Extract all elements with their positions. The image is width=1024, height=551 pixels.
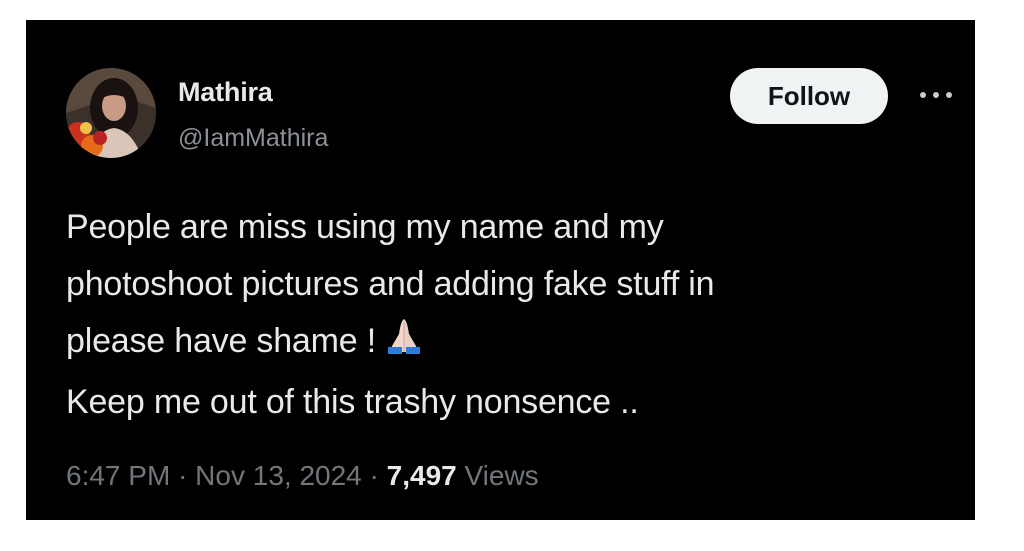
tweet-time[interactable]: 6:47 PM <box>66 460 170 491</box>
more-horizontal-icon[interactable] <box>916 84 956 106</box>
meta-separator: · <box>178 460 188 491</box>
author-display-name[interactable]: Mathira <box>178 76 273 108</box>
views-label: Views <box>464 460 539 491</box>
profile-photo <box>66 68 156 158</box>
views-count[interactable]: 7,497 <box>387 460 457 491</box>
author-handle[interactable]: @IamMathira <box>178 123 328 153</box>
tweet-text-line: please have shame ! <box>66 322 376 360</box>
folded-hands-icon <box>384 316 424 374</box>
tweet-text-line: People are miss using my name and my <box>66 208 664 246</box>
avatar[interactable] <box>66 68 156 158</box>
follow-button[interactable]: Follow <box>730 68 888 124</box>
tweet-text: People are miss using my name and my pho… <box>66 199 946 431</box>
more-dot <box>920 92 926 98</box>
tweet-text-line: photoshoot pictures and adding fake stuf… <box>66 265 715 303</box>
more-dot <box>946 92 952 98</box>
more-dot <box>933 92 939 98</box>
tweet-text-line-with-emoji: please have shame ! <box>66 313 946 374</box>
tweet-text-line: Keep me out of this trashy nonsence .. <box>66 383 639 421</box>
meta-separator: · <box>369 460 379 491</box>
tweet-card: Mathira @IamMathira Follow People are mi… <box>26 20 975 520</box>
tweet-meta: 6:47 PM · Nov 13, 2024 · 7,497 Views <box>66 459 539 493</box>
tweet-date[interactable]: Nov 13, 2024 <box>195 460 362 491</box>
